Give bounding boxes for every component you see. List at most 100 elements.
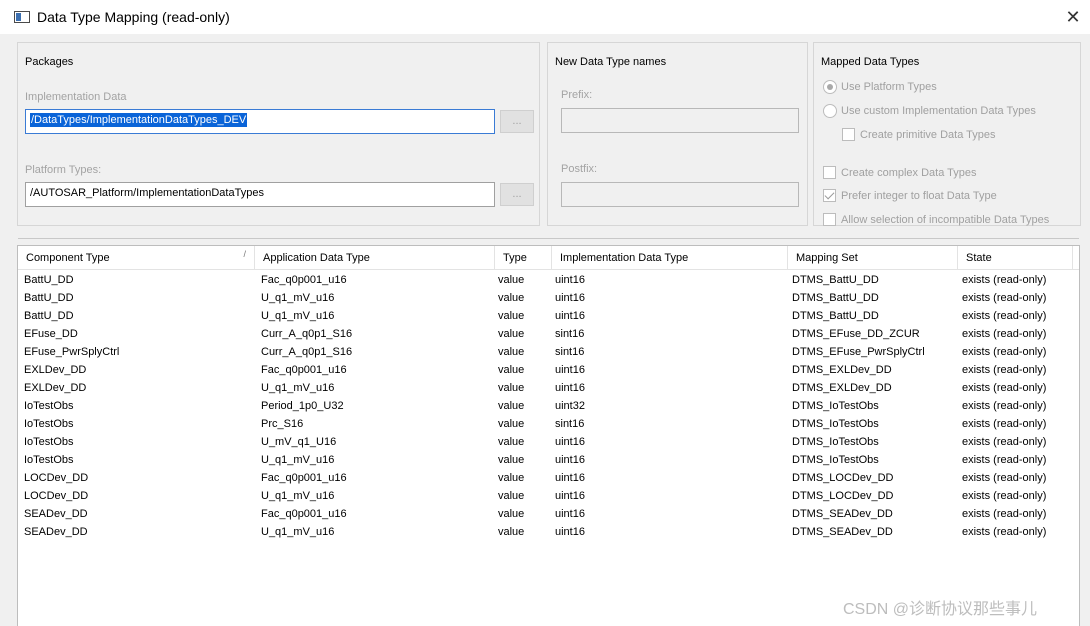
platform-types-field[interactable]: /AUTOSAR_Platform/ImplementationDataType… — [25, 182, 495, 207]
table-row[interactable]: EFuse_PwrSplyCtrl Curr_A_q0p1_S16 value sin… — [18, 343, 1079, 361]
allow-incompatible-checkbox[interactable] — [823, 213, 836, 226]
column-header-application-data-type[interactable]: Application Data Type — [255, 246, 495, 270]
table-cell: DTMS_LOCDev_DD — [792, 472, 894, 484]
table-header: Component Type / Application Data Type T… — [18, 246, 1079, 270]
column-header-label: Type — [503, 252, 527, 264]
table-cell: uint16 — [555, 454, 585, 466]
create-primitive-checkbox[interactable] — [842, 128, 855, 141]
table-row[interactable]: IoTestObs Period_1p0_U32 value uint32 DTMS_I… — [18, 397, 1079, 415]
table-cell: DTMS_IoTestObs — [792, 400, 879, 412]
table-row[interactable]: BattU_DD Fac_q0p001_u16 value uint16 DTMS_Ba… — [18, 271, 1079, 289]
table-cell: value — [498, 454, 525, 466]
table-row[interactable]: EXLDev_DD Fac_q0p001_u16 value uint16 DTMS_E… — [18, 361, 1079, 379]
table-row[interactable]: BattU_DD U_q1_mV_u16 value uint16 DTMS_BattU… — [18, 307, 1079, 325]
close-button[interactable]: ✕ — [1060, 6, 1086, 28]
table-cell: exists (read-only) — [962, 346, 1047, 358]
table-cell: U_q1_mV_u16 — [261, 526, 335, 538]
table-cell: U_q1_mV_u16 — [261, 310, 335, 322]
table-cell: sint16 — [555, 328, 585, 340]
table-row[interactable]: IoTestObs U_q1_mV_u16 value uint16 DTMS_IoTe… — [18, 451, 1079, 469]
table-cell: U_q1_mV_u16 — [261, 490, 335, 502]
table-row[interactable]: SEADev_DD Fac_q0p001_u16 value uint16 DTMS_S… — [18, 505, 1079, 523]
table-cell: exists (read-only) — [962, 292, 1047, 304]
table-cell: DTMS_BattU_DD — [792, 292, 879, 304]
table-row[interactable]: EFuse_DD Curr_A_q0p1_S16 value sint16 DTMS_E… — [18, 325, 1079, 343]
table-cell: exists (read-only) — [962, 490, 1047, 502]
table-row[interactable]: LOCDev_DD U_q1_mV_u16 value uint16 DTMS_LOCD… — [18, 487, 1079, 505]
table-cell: exists (read-only) — [962, 418, 1047, 430]
table-cell: uint16 — [555, 508, 585, 520]
table-cell: EFuse_PwrSplyCtrl — [24, 346, 120, 358]
use-custom-types-radio[interactable] — [823, 104, 837, 118]
table-cell: exists (read-only) — [962, 328, 1047, 340]
table-cell: DTMS_SEADev_DD — [792, 508, 893, 520]
table-cell: IoTestObs — [24, 400, 74, 412]
table-cell: uint16 — [555, 490, 585, 502]
dialog-body: Packages Implementation Data /DataTypes/… — [0, 34, 1090, 626]
table-cell: exists (read-only) — [962, 382, 1047, 394]
implementation-browse-button[interactable]: ... — [500, 110, 534, 133]
table-cell: exists (read-only) — [962, 472, 1047, 484]
table-row[interactable]: EXLDev_DD U_q1_mV_u16 value uint16 DTMS_EXLD… — [18, 379, 1079, 397]
implementation-data-label: Implementation Data — [25, 91, 127, 103]
table-row[interactable]: IoTestObs U_mV_q1_U16 value uint16 DTMS_IoTe… — [18, 433, 1079, 451]
table-cell: DTMS_SEADev_DD — [792, 526, 893, 538]
table-cell: DTMS_EXLDev_DD — [792, 382, 892, 394]
table-cell: LOCDev_DD — [24, 490, 89, 502]
table-cell: value — [498, 382, 525, 394]
table-row[interactable]: SEADev_DD U_q1_mV_u16 value uint16 DTMS_SEAD… — [18, 523, 1079, 541]
table-body: BattU_DD Fac_q0p001_u16 value uint16 DTMS_Ba… — [18, 271, 1079, 541]
table-cell: DTMS_BattU_DD — [792, 274, 879, 286]
table-cell: IoTestObs — [24, 436, 74, 448]
allow-incompatible-label: Allow selection of incompatible Data Typ… — [841, 214, 1050, 226]
table-cell: EXLDev_DD — [24, 364, 87, 376]
table-cell: value — [498, 472, 525, 484]
packages-group-title: Packages — [25, 56, 74, 68]
table-cell: EXLDev_DD — [24, 382, 87, 394]
prefer-integer-label: Prefer integer to float Data Type — [841, 190, 997, 202]
table-cell: BattU_DD — [24, 274, 74, 286]
table-cell: value — [498, 310, 525, 322]
names-group-title: New Data Type names — [555, 56, 667, 68]
table-cell: uint16 — [555, 310, 585, 322]
column-header-mapping-set[interactable]: Mapping Set — [788, 246, 958, 270]
prefix-field[interactable] — [561, 108, 799, 133]
table-cell: uint16 — [555, 382, 585, 394]
table-cell: Fac_q0p001_u16 — [261, 274, 347, 286]
column-header-implementation-data-type[interactable]: Implementation Data Type — [552, 246, 788, 270]
mapped-data-types-group: Mapped Data Types Use Platform Types Use… — [813, 42, 1081, 226]
table-row[interactable]: LOCDev_DD Fac_q0p001_u16 value uint16 DTMS_L… — [18, 469, 1079, 487]
prefix-label: Prefix: — [561, 89, 593, 101]
table-cell: DTMS_EFuse_DD_ZCUR — [792, 328, 920, 340]
platform-types-label: Platform Types: — [25, 164, 102, 176]
prefer-integer-checkbox[interactable] — [823, 189, 836, 202]
column-header-label: Implementation Data Type — [560, 252, 689, 264]
implementation-data-value: /DataTypes/ImplementationDataTypes_DEV — [30, 113, 248, 127]
use-platform-types-radio[interactable] — [823, 80, 837, 94]
table-cell: Period_1p0_U32 — [261, 400, 344, 412]
table-cell: uint32 — [555, 400, 585, 412]
table-cell: exists (read-only) — [962, 454, 1047, 466]
table-cell: SEADev_DD — [24, 508, 88, 520]
table-row[interactable]: BattU_DD U_q1_mV_u16 value uint16 DTMS_BattU… — [18, 289, 1079, 307]
table-cell: DTMS_EXLDev_DD — [792, 364, 892, 376]
table-cell: BattU_DD — [24, 292, 74, 304]
table-cell: value — [498, 490, 525, 502]
column-header-state[interactable]: State — [958, 246, 1073, 270]
use-custom-types-label: Use custom Implementation Data Types — [841, 105, 1036, 117]
platform-browse-button[interactable]: ... — [500, 183, 534, 206]
mapping-table[interactable]: Component Type / Application Data Type T… — [17, 245, 1080, 626]
postfix-field[interactable] — [561, 182, 799, 207]
table-cell: value — [498, 274, 525, 286]
table-cell: sint16 — [555, 418, 585, 430]
column-header-component-type[interactable]: Component Type / — [18, 246, 255, 270]
table-row[interactable]: IoTestObs Prc_S16 value sint16 DTMS_IoTestOb… — [18, 415, 1079, 433]
sort-indicator-icon: / — [243, 249, 246, 259]
table-cell: value — [498, 400, 525, 412]
table-cell: exists (read-only) — [962, 364, 1047, 376]
create-complex-checkbox[interactable] — [823, 166, 836, 179]
column-header-type[interactable]: Type — [495, 246, 552, 270]
table-cell: BattU_DD — [24, 310, 74, 322]
implementation-data-field[interactable]: /DataTypes/ImplementationDataTypes_DEV — [25, 109, 495, 134]
table-cell: U_q1_mV_u16 — [261, 382, 335, 394]
